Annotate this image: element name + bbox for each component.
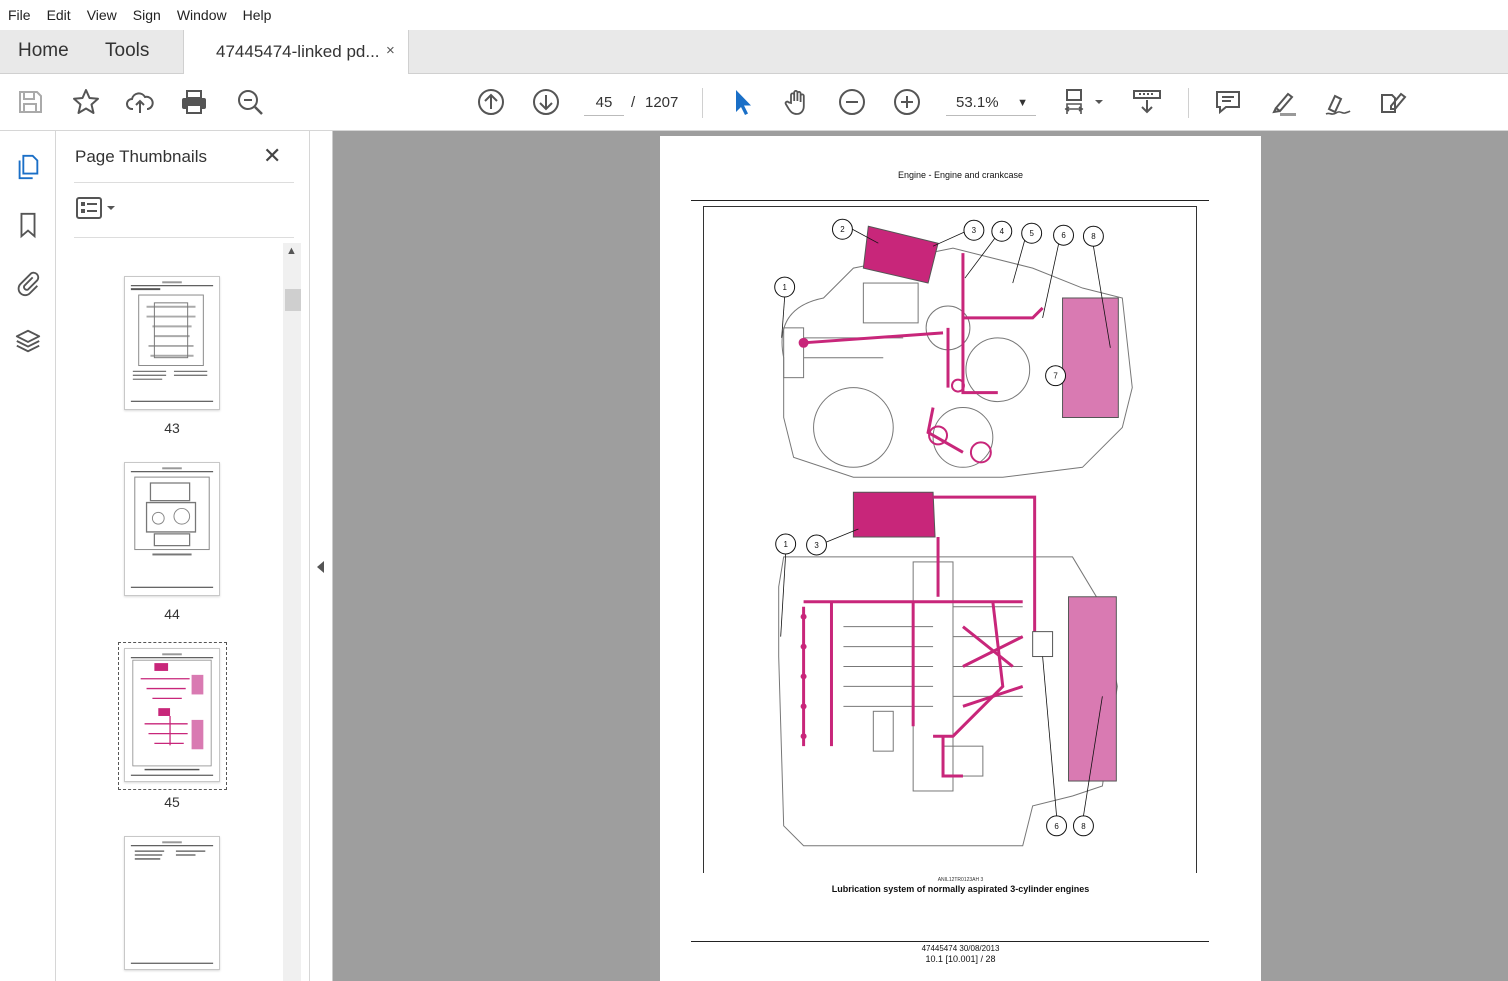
bookmark-icon[interactable] [12, 209, 44, 241]
attachment-icon[interactable] [12, 267, 44, 299]
thumbnail-scrollbar[interactable] [283, 243, 301, 981]
thumbnail-label: 45 [164, 794, 180, 810]
close-tab-icon[interactable]: × [386, 42, 395, 59]
thumbnail-page-45[interactable] [124, 648, 220, 782]
footer-page-ref: 10.1 [10.001] / 28 [925, 954, 996, 964]
thumbnail-options-button[interactable] [76, 196, 116, 220]
footer-doc-id: 47445474 30/08/2013 [921, 944, 1000, 953]
callout-top-2: 2 [840, 225, 845, 234]
callout-top-1: 1 [782, 283, 787, 292]
print-icon[interactable] [178, 86, 210, 118]
toolbar: 45 / 1207 53.1% ▼ [0, 74, 1508, 131]
panel-divider [74, 182, 294, 183]
zoom-in-icon[interactable] [891, 86, 923, 118]
cloud-upload-icon[interactable] [124, 86, 156, 118]
callout-bottom-1: 1 [783, 540, 788, 549]
scroll-mode-icon[interactable] [1131, 86, 1163, 118]
tab-document[interactable]: 47445474-linked pd... × [183, 30, 409, 74]
document-tab-title: 47445474-linked pd... [216, 42, 380, 61]
page-thumbnails-icon[interactable] [12, 151, 44, 183]
callout-top-5: 5 [1029, 229, 1034, 238]
layers-icon[interactable] [12, 325, 44, 357]
zoom-value: 53.1% [956, 94, 999, 111]
menu-edit[interactable]: Edit [47, 7, 71, 23]
lubrication-diagram: 1 2 3 4 5 6 7 8 1 3 6 8 [703, 206, 1197, 873]
thumbnail-page-44[interactable] [124, 462, 220, 596]
next-page-icon[interactable] [530, 86, 562, 118]
figure-code: ANIL12TR0123AH 3 [937, 877, 984, 883]
hand-tool-icon[interactable] [781, 86, 813, 118]
menu-bar: File Edit View Sign Window Help [0, 0, 1508, 30]
thumbnail-page-43[interactable] [124, 276, 220, 410]
close-panel-icon[interactable]: ✕ [263, 143, 281, 169]
thumbnail-page-46[interactable] [124, 836, 220, 970]
tab-home[interactable]: Home [18, 40, 69, 62]
menu-view[interactable]: View [87, 7, 117, 23]
callout-top-8: 8 [1091, 232, 1096, 241]
left-icon-rail [0, 131, 56, 981]
comment-icon[interactable] [1212, 86, 1244, 118]
footer-rule [691, 941, 1209, 942]
thumbnail-label: 43 [164, 420, 180, 436]
tab-tools[interactable]: Tools [105, 40, 149, 62]
page-fit-icon[interactable] [1062, 86, 1094, 118]
zoom-select[interactable]: 53.1% ▼ [946, 90, 1036, 116]
sign-pen-icon[interactable] [1322, 86, 1354, 118]
figure-caption: Lubrication system of normally aspirated… [831, 884, 1090, 894]
list-options-icon [76, 197, 115, 219]
page-total: 1207 [645, 94, 679, 111]
callout-bottom-8: 8 [1081, 822, 1086, 831]
menu-help[interactable]: Help [243, 7, 272, 23]
panel-collapse-handle[interactable] [310, 131, 333, 981]
panel-divider [74, 237, 294, 238]
highlight-pen-icon[interactable] [1267, 86, 1299, 118]
thumbnail-label: 44 [164, 606, 180, 622]
toolbar-divider [1188, 88, 1189, 118]
callout-bottom-3: 3 [814, 541, 819, 550]
menu-file[interactable]: File [8, 7, 31, 23]
edit-pdf-icon[interactable] [1376, 86, 1408, 118]
tab-bar: Home Tools 47445474-linked pd... × [0, 30, 1508, 74]
select-cursor-icon[interactable] [726, 86, 758, 118]
callout-top-3: 3 [972, 226, 977, 235]
document-viewer[interactable]: Engine - Engine and crankcase 1 2 3 4 5 … [333, 131, 1508, 981]
document-page: Engine - Engine and crankcase 1 2 3 4 5 … [660, 136, 1261, 981]
search-zoom-icon[interactable] [234, 86, 266, 118]
page-separator: / [631, 94, 636, 111]
page-header: Engine - Engine and crankcase [897, 170, 1024, 180]
callout-top-7: 7 [1053, 372, 1058, 381]
callout-bottom-6: 6 [1054, 822, 1059, 831]
page-number-input[interactable]: 45 [584, 90, 624, 116]
header-rule [691, 200, 1209, 201]
page-fit-dropdown-icon[interactable] [1092, 86, 1106, 118]
callout-top-6: 6 [1061, 231, 1066, 240]
page-thumbnails-panel: Page Thumbnails ✕ ▲ 43 44 45 [56, 131, 310, 981]
callout-top-4: 4 [1000, 227, 1005, 236]
toolbar-divider [702, 88, 703, 118]
scrollbar-thumb[interactable] [285, 289, 301, 311]
collapse-arrow-icon [317, 561, 324, 573]
menu-sign[interactable]: Sign [133, 7, 161, 23]
chevron-down-icon: ▼ [1017, 97, 1028, 109]
scroll-up-icon[interactable]: ▲ [286, 245, 297, 257]
previous-page-icon[interactable] [475, 86, 507, 118]
panel-title: Page Thumbnails [75, 147, 207, 166]
save-icon[interactable] [14, 86, 46, 118]
menu-window[interactable]: Window [177, 7, 227, 23]
zoom-out-icon[interactable] [836, 86, 868, 118]
star-icon[interactable] [70, 86, 102, 118]
